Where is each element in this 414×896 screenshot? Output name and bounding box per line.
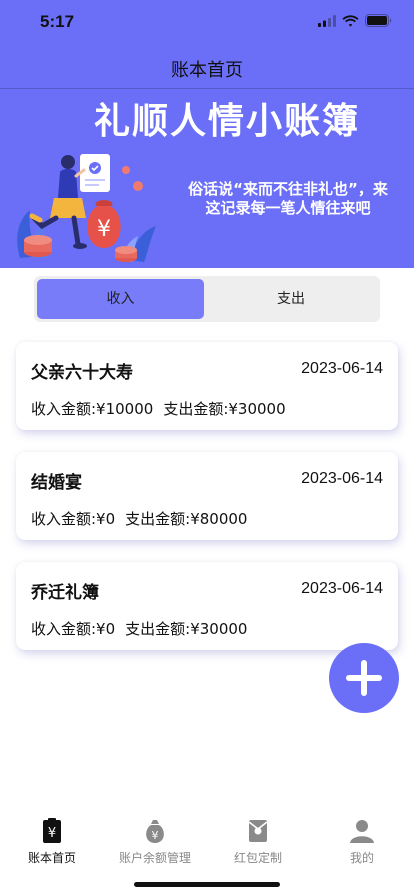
wifi-icon	[342, 14, 359, 27]
tab-ledger-home[interactable]: ¥ 账本首页	[2, 818, 102, 866]
status-bar: 5:17	[0, 0, 414, 44]
record-card[interactable]: 父亲六十大寿 2023-06-14 收入金额:¥10000 支出金额:¥30000	[16, 342, 398, 430]
segment-expense[interactable]: 支出	[206, 279, 376, 319]
page-title: 账本首页	[171, 60, 243, 81]
record-name: 乔迁礼簿	[31, 583, 99, 603]
tab-label: 账本首页	[27, 851, 76, 865]
record-income: 收入金额:¥0	[31, 510, 116, 528]
tab-label: 红包定制	[233, 851, 282, 865]
signal-icon	[318, 14, 336, 27]
record-card[interactable]: 乔迁礼簿 2023-06-14 收入金额:¥0 支出金额:¥30000	[16, 562, 398, 650]
battery-icon	[365, 14, 392, 27]
person-icon	[350, 820, 374, 843]
header-banner: 5:17 账本首页 礼顺人情小账簿 ¥ 俗话说“来而不往非礼也”，来这记录每一笔…	[0, 0, 414, 268]
record-card[interactable]: 结婚宴 2023-06-14 收入金额:¥0 支出金额:¥80000	[16, 452, 398, 540]
tab-account-balance[interactable]: ¥ 账户余额管理	[105, 818, 205, 866]
record-name: 父亲六十大寿	[31, 363, 133, 383]
home-indicator	[134, 882, 280, 887]
tab-label: 账户余额管理	[118, 851, 191, 865]
record-amounts: 收入金额:¥0 支出金额:¥30000	[31, 618, 257, 639]
status-time: 5:17	[40, 12, 75, 31]
record-expense: 支出金额:¥30000	[163, 400, 286, 418]
ledger-icon: ¥	[43, 818, 61, 843]
record-name: 结婚宴	[31, 473, 82, 493]
money-bag-icon: ¥	[146, 820, 164, 843]
record-income: 收入金额:¥10000	[31, 400, 154, 418]
segment-income[interactable]: 收入	[37, 279, 204, 319]
record-amounts: 收入金额:¥10000 支出金额:¥30000	[31, 398, 296, 419]
tab-red-envelope[interactable]: 红包定制	[208, 818, 308, 866]
tab-mine[interactable]: 我的	[312, 818, 412, 866]
income-expense-segmented-control: 收入 支出	[34, 276, 380, 322]
plus-icon	[346, 660, 382, 696]
banner-title: 礼顺人情小账簿	[93, 101, 360, 142]
record-expense: 支出金额:¥30000	[125, 620, 248, 638]
svg-text:¥: ¥	[152, 829, 159, 842]
tab-label: 我的	[349, 851, 374, 865]
banner-motto: 俗话说“来而不往非礼也”，来这记录每一笔人情往来吧	[188, 180, 388, 217]
svg-text:¥: ¥	[97, 217, 111, 242]
red-envelope-icon	[248, 820, 268, 842]
record-date: 2023-06-14	[301, 470, 383, 487]
status-icons	[318, 14, 392, 27]
record-amounts: 收入金额:¥0 支出金额:¥80000	[31, 508, 257, 529]
woman-with-money-bag-illustration: ¥	[17, 154, 156, 262]
nav-divider	[0, 88, 414, 89]
record-date: 2023-06-14	[301, 360, 383, 377]
record-date: 2023-06-14	[301, 580, 383, 597]
record-expense: 支出金额:¥80000	[125, 510, 248, 528]
record-income: 收入金额:¥0	[31, 620, 116, 638]
add-record-button[interactable]	[329, 643, 399, 713]
svg-text:¥: ¥	[48, 826, 56, 841]
